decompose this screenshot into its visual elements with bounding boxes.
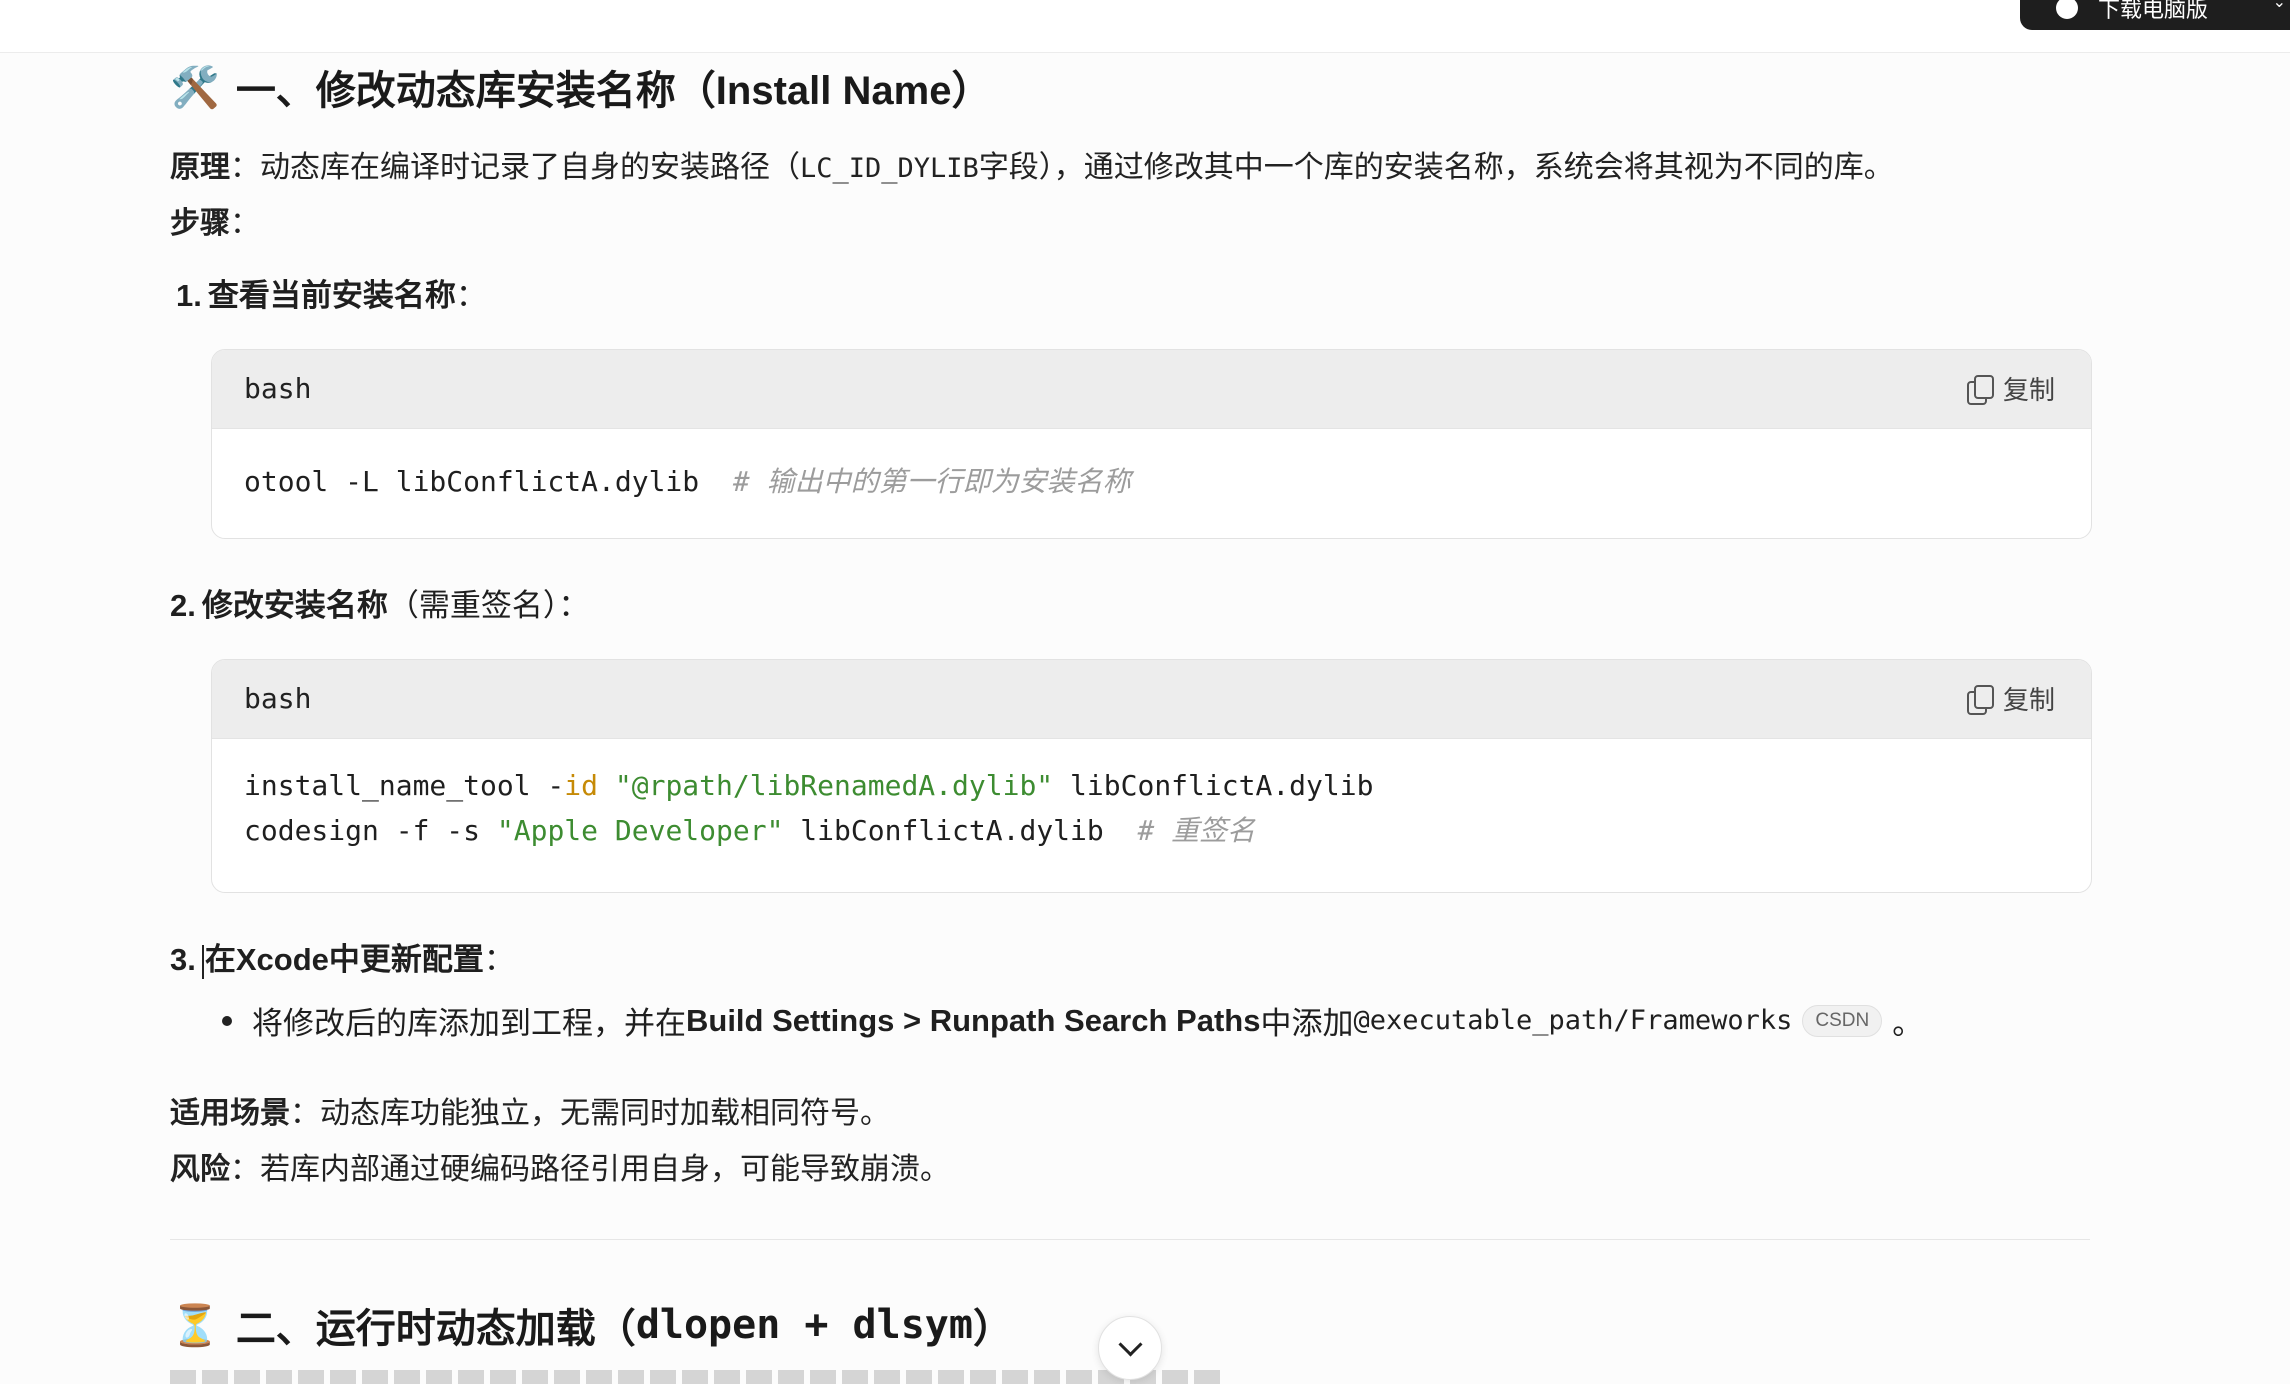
step-colon: ： <box>455 278 487 313</box>
code-body[interactable]: install_name_tool -id "@rpath/libRenamed… <box>212 739 2091 885</box>
scroll-to-bottom-button[interactable] <box>1098 1316 1162 1380</box>
scene-label: 适用场景 <box>170 1097 290 1130</box>
code-header: bash 复制 <box>212 660 2091 739</box>
code-block-1: bash 复制 otool -L libConflictA.dylib # 输出… <box>211 349 2092 539</box>
copy-label: 复制 <box>2002 375 2055 405</box>
bullet-code: @executable_path/Frameworks <box>1353 1005 1793 1036</box>
code-body[interactable]: otool -L libConflictA.dylib # 输出中的第一行即为安… <box>212 429 2091 536</box>
principle-paragraph: 原理：动态库在编译时记录了自身的安装路径（LC_ID_DYLIB字段），通过修改… <box>170 142 1894 186</box>
section2-title-b: ） <box>972 1307 1013 1351</box>
step-title: 查看当前安装名称 <box>207 278 456 313</box>
bullet-dot <box>222 1015 232 1026</box>
cut-off-text-line <box>170 1370 1220 1384</box>
step-title: 修改安装名称 <box>201 588 388 623</box>
step-1: 1. 查看当前安装名称： <box>176 270 487 315</box>
code-string: "@rpath/libRenamedA.dylib" <box>614 769 1054 802</box>
code-comment: # 输出中的第一行即为安装名称 <box>732 465 1131 498</box>
section2-heading: ⏳ 二、运行时动态加载（ dlopen + dlsym） <box>170 1296 1013 1354</box>
code-token: libConflictA.dylib <box>783 814 1138 847</box>
step-number: 1. <box>176 278 202 313</box>
chevron-down-icon[interactable]: ⌄ <box>2273 0 2286 12</box>
code-comment: # 重签名 <box>1137 814 1256 847</box>
steps-label-line: 步骤： <box>170 198 260 242</box>
source-tag[interactable]: CSDN <box>1802 1004 1883 1037</box>
section1-title: 一、修改动态库安装名称（Install Name） <box>235 69 992 113</box>
principle-text-a: ：动态库在编译时记录了自身的安装路径（ <box>230 151 800 184</box>
risk-label: 风险 <box>170 1153 230 1186</box>
list-item: 将修改后的库添加到工程，并在 Build Settings > Runpath … <box>222 998 1923 1043</box>
bullet-text-a: 将修改后的库添加到工程，并在 <box>252 1006 686 1041</box>
step-title: 在Xcode中更新配置 <box>204 942 484 977</box>
step-2: 2. 修改安装名称（需重签名）： <box>170 580 589 625</box>
step-3: 3. 在Xcode中更新配置： <box>170 934 515 979</box>
code-token: install_name_tool - <box>244 769 565 802</box>
code-language: bash <box>244 682 312 715</box>
section2-title-a: 二、运行时动态加载（ <box>235 1307 636 1351</box>
step-colon: ： <box>483 942 515 977</box>
step-number: 3. <box>170 942 196 977</box>
steps-colon: ： <box>230 207 260 240</box>
top-bar: 下载电脑版 ⌄ <box>0 0 2290 53</box>
section-divider <box>170 1239 2090 1240</box>
code-token: libConflictA.dylib <box>1053 769 1374 802</box>
copy-icon <box>1966 684 1994 715</box>
code-token: codesign -f -s <box>244 814 497 847</box>
principle-text-b: 字段），通过修改其中一个库的安装名称，系统会将其视为不同的库。 <box>978 151 1894 184</box>
code-string: "Apple Developer" <box>496 814 784 847</box>
principle-label: 原理 <box>170 151 230 184</box>
risk-text: ：若库内部通过硬编码路径引用自身，可能导致崩溃。 <box>230 1153 950 1186</box>
apple-icon <box>2056 0 2078 19</box>
copy-label: 复制 <box>2002 685 2055 715</box>
section2-title-code: dlopen + dlsym <box>635 1302 973 1348</box>
text-cursor <box>201 944 204 979</box>
section1-heading: 🛠️ 一、修改动态库安装名称（Install Name） <box>170 58 991 116</box>
code-line: otool -L libConflictA.dylib <box>244 465 733 498</box>
step-number: 2. <box>170 588 196 623</box>
code-language: bash <box>244 372 312 405</box>
cut-off-paragraph <box>170 1370 1220 1384</box>
code-keyword: id <box>564 769 599 802</box>
chevron-down-icon <box>1117 1331 1143 1357</box>
principle-code: LC_ID_DYLIB <box>800 153 979 184</box>
hourglass-icon: ⏳ <box>170 1303 220 1348</box>
copy-button[interactable]: 复制 <box>1966 370 2055 407</box>
tools-icon: 🛠️ <box>170 65 220 110</box>
download-desktop-button[interactable]: 下载电脑版 ⌄ <box>2020 0 2290 30</box>
step-note: （需重签名）： <box>387 588 590 623</box>
copy-button[interactable]: 复制 <box>1966 680 2055 717</box>
download-label: 下载电脑版 <box>2098 0 2209 22</box>
scene-paragraph: 适用场景：动态库功能独立，无需同时加载相同符号。 <box>170 1088 890 1132</box>
risk-paragraph: 风险：若库内部通过硬编码路径引用自身，可能导致崩溃。 <box>170 1144 950 1188</box>
code-header: bash 复制 <box>212 350 2091 429</box>
bullet-bold: Build Settings > Runpath Search Paths <box>686 1002 1261 1038</box>
steps-label: 步骤 <box>170 207 230 240</box>
bullet-text-b: 中添加 <box>1260 1006 1354 1041</box>
copy-icon <box>1966 374 1994 405</box>
scene-text: ：动态库功能独立，无需同时加载相同符号。 <box>290 1097 890 1130</box>
bullet-end: 。 <box>1892 1006 1924 1041</box>
code-block-2: bash 复制 install_name_tool -id "@rpath/li… <box>211 659 2092 893</box>
